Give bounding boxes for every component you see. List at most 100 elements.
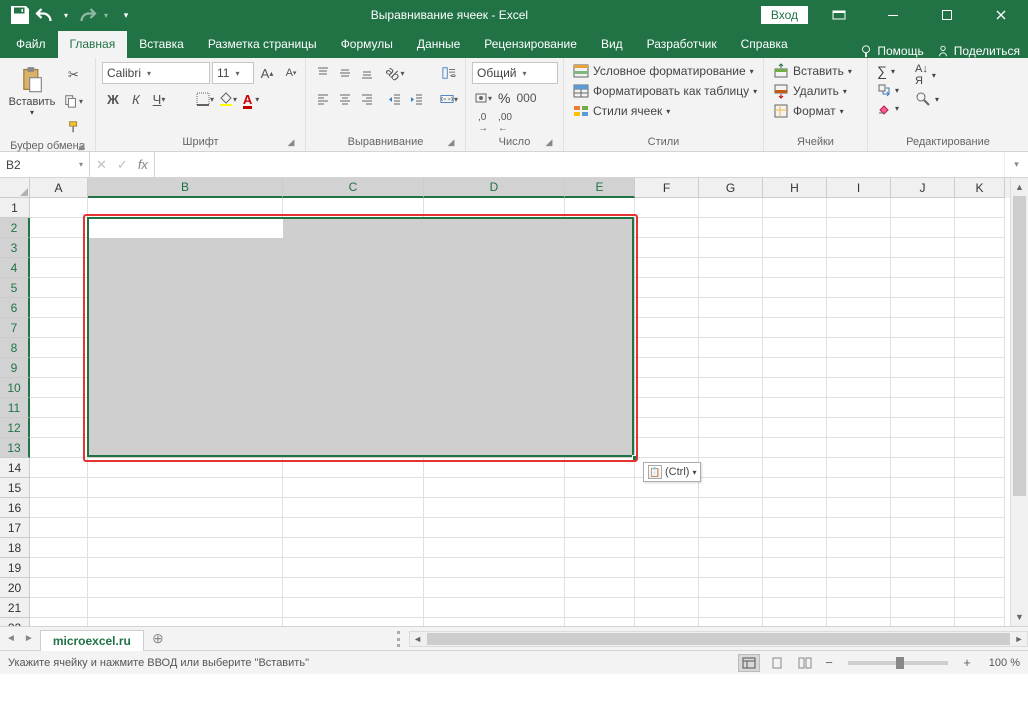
cell[interactable] (699, 538, 763, 558)
cell[interactable] (891, 598, 955, 618)
cell[interactable] (763, 478, 827, 498)
vscroll-thumb[interactable] (1013, 196, 1026, 496)
vertical-scrollbar[interactable]: ▲ ▼ (1010, 178, 1028, 626)
save-icon[interactable] (8, 3, 32, 27)
cell[interactable] (955, 298, 1005, 318)
cell[interactable] (827, 278, 891, 298)
cell[interactable] (565, 518, 635, 538)
cell[interactable] (955, 478, 1005, 498)
fx-icon[interactable]: fx (138, 157, 148, 172)
row-header-6[interactable]: 6 (0, 298, 30, 318)
name-box[interactable]: B2▾ (0, 152, 90, 177)
cell[interactable] (955, 378, 1005, 398)
row-header-15[interactable]: 15 (0, 478, 30, 498)
decrease-decimal-icon[interactable]: ,00← (494, 112, 516, 134)
col-header-F[interactable]: F (635, 178, 699, 198)
find-select-button[interactable]: ▾ (912, 90, 942, 108)
cell[interactable] (891, 558, 955, 578)
cell[interactable] (891, 438, 955, 458)
redo-more-icon[interactable]: ▾ (100, 3, 112, 27)
cell[interactable] (955, 278, 1005, 298)
cell[interactable] (88, 558, 283, 578)
cell[interactable] (827, 198, 891, 218)
align-bottom-icon[interactable] (356, 62, 378, 84)
cell[interactable] (763, 498, 827, 518)
cell[interactable] (955, 318, 1005, 338)
login-button[interactable]: Вход (761, 6, 808, 24)
cell[interactable] (699, 618, 763, 626)
cell[interactable] (635, 538, 699, 558)
cell[interactable] (763, 398, 827, 418)
cell[interactable] (827, 298, 891, 318)
cell[interactable] (699, 378, 763, 398)
cell[interactable] (424, 598, 565, 618)
cell[interactable] (827, 538, 891, 558)
cell[interactable] (30, 298, 88, 318)
number-format-combo[interactable]: Общий▾ (472, 62, 558, 84)
percent-format-icon[interactable]: % (494, 90, 514, 106)
cell[interactable] (955, 218, 1005, 238)
cell[interactable] (827, 378, 891, 398)
row-header-13[interactable]: 13 (0, 438, 30, 458)
cell[interactable] (891, 298, 955, 318)
cell[interactable] (827, 338, 891, 358)
cell[interactable] (763, 298, 827, 318)
sheet-nav-next-icon[interactable]: ► (24, 633, 34, 644)
share-button[interactable]: Поделиться (936, 44, 1020, 58)
cell[interactable] (30, 258, 88, 278)
minimize-icon[interactable] (870, 0, 916, 30)
cell[interactable] (635, 578, 699, 598)
cell[interactable] (424, 458, 565, 478)
zoom-slider[interactable] (848, 661, 948, 665)
col-header-C[interactable]: C (283, 178, 424, 198)
font-size-combo[interactable]: 11▾ (212, 62, 254, 84)
cell[interactable] (30, 558, 88, 578)
cell[interactable] (955, 418, 1005, 438)
cell[interactable] (891, 198, 955, 218)
cell[interactable] (827, 518, 891, 538)
cell[interactable] (88, 458, 283, 478)
cell[interactable] (635, 558, 699, 578)
cell[interactable] (635, 198, 699, 218)
cell[interactable] (699, 238, 763, 258)
row-header-18[interactable]: 18 (0, 538, 30, 558)
wrap-text-icon[interactable] (438, 62, 460, 84)
cell[interactable] (763, 578, 827, 598)
cell[interactable] (763, 198, 827, 218)
col-header-K[interactable]: K (955, 178, 1005, 198)
hscroll-thumb[interactable] (427, 633, 1010, 645)
copy-icon[interactable]: ▾ (62, 90, 85, 112)
cell[interactable] (30, 398, 88, 418)
cell[interactable] (635, 218, 699, 238)
cell[interactable] (30, 578, 88, 598)
format-as-table-button[interactable]: Форматировать как таблицу▾ (570, 82, 760, 100)
cell[interactable] (891, 278, 955, 298)
cell[interactable] (827, 478, 891, 498)
cell[interactable] (635, 358, 699, 378)
cell[interactable] (763, 418, 827, 438)
cell[interactable] (827, 218, 891, 238)
conditional-format-button[interactable]: Условное форматирование▾ (570, 62, 757, 80)
cell[interactable] (699, 258, 763, 278)
cell[interactable] (424, 518, 565, 538)
tab-view[interactable]: Вид (589, 31, 635, 58)
redo-icon[interactable] (74, 3, 98, 27)
cell[interactable] (891, 498, 955, 518)
italic-button[interactable]: К (125, 88, 147, 110)
increase-decimal-icon[interactable]: ,0→ (472, 112, 494, 134)
cell[interactable] (891, 218, 955, 238)
cell[interactable] (891, 518, 955, 538)
row-header-10[interactable]: 10 (0, 378, 30, 398)
cell[interactable] (763, 218, 827, 238)
cell[interactable] (827, 238, 891, 258)
cell[interactable] (565, 618, 635, 626)
cell[interactable] (699, 218, 763, 238)
cell[interactable] (30, 478, 88, 498)
row-header-3[interactable]: 3 (0, 238, 30, 258)
cell[interactable] (955, 558, 1005, 578)
cell[interactable] (827, 438, 891, 458)
clipboard-launcher-icon[interactable]: ◢ (75, 141, 87, 153)
cell[interactable] (565, 578, 635, 598)
cell[interactable] (827, 258, 891, 278)
row-header-14[interactable]: 14 (0, 458, 30, 478)
